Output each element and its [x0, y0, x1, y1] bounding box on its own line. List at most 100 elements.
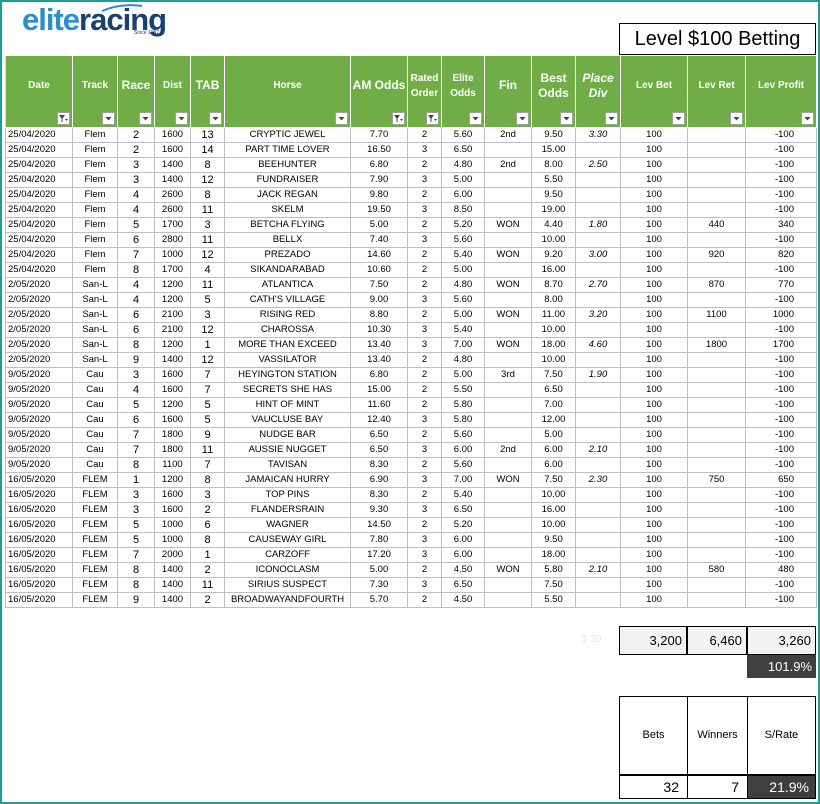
- cell-rated[interactable]: 2: [407, 127, 442, 143]
- cell-bet[interactable]: 100: [620, 562, 688, 578]
- cell-am[interactable]: 12.40: [350, 412, 408, 428]
- cell-best[interactable]: 10.00: [531, 352, 576, 368]
- cell-dist[interactable]: 1000: [154, 517, 191, 533]
- cell-profit[interactable]: -100: [745, 412, 817, 428]
- cell-best[interactable]: 16.00: [531, 502, 576, 518]
- cell-fin[interactable]: [484, 292, 532, 308]
- cell-best[interactable]: 7.50: [531, 367, 576, 383]
- cell-track[interactable]: Cau: [72, 367, 118, 383]
- cell-rated[interactable]: 3: [407, 292, 442, 308]
- cell-rated[interactable]: 3: [407, 442, 442, 458]
- cell-race[interactable]: 4: [117, 277, 155, 293]
- cell-elite[interactable]: 5.00: [441, 307, 485, 323]
- cell-horse[interactable]: SIKANDARABAD: [224, 262, 351, 278]
- cell-race[interactable]: 7: [117, 547, 155, 563]
- cell-rated[interactable]: 2: [407, 592, 442, 608]
- cell-elite[interactable]: 6.50: [441, 142, 485, 158]
- cell-tab[interactable]: 8: [190, 157, 225, 173]
- filter-dropdown-icon[interactable]: [175, 112, 188, 125]
- cell-bet[interactable]: 100: [620, 157, 688, 173]
- cell-date[interactable]: 16/05/2020: [5, 592, 73, 608]
- cell-profit[interactable]: 650: [745, 472, 817, 488]
- cell-ret[interactable]: [687, 517, 746, 533]
- cell-best[interactable]: 9.20: [531, 247, 576, 263]
- cell-date[interactable]: 25/04/2020: [5, 232, 73, 248]
- cell-elite[interactable]: 5.40: [441, 322, 485, 338]
- cell-horse[interactable]: PART TIME LOVER: [224, 142, 351, 158]
- cell-profit[interactable]: 480: [745, 562, 817, 578]
- cell-best[interactable]: 4.40: [531, 217, 576, 233]
- cell-fin[interactable]: WON: [484, 562, 532, 578]
- cell-ret[interactable]: 440: [687, 217, 746, 233]
- cell-rated[interactable]: 3: [407, 142, 442, 158]
- cell-ret[interactable]: 750: [687, 472, 746, 488]
- cell-horse[interactable]: CATH'S VILLAGE: [224, 292, 351, 308]
- cell-horse[interactable]: VAUCLUSE BAY: [224, 412, 351, 428]
- cell-dist[interactable]: 1600: [154, 142, 191, 158]
- cell-date[interactable]: 25/04/2020: [5, 262, 73, 278]
- cell-horse[interactable]: BELLX: [224, 232, 351, 248]
- cell-am[interactable]: 11.60: [350, 397, 408, 413]
- cell-pdiv[interactable]: [575, 382, 621, 398]
- cell-horse[interactable]: WAGNER: [224, 517, 351, 533]
- cell-pdiv[interactable]: [575, 457, 621, 473]
- cell-fin[interactable]: 2nd: [484, 442, 532, 458]
- cell-horse[interactable]: RISING RED: [224, 307, 351, 323]
- cell-ret[interactable]: [687, 142, 746, 158]
- cell-ret[interactable]: [687, 127, 746, 143]
- cell-elite[interactable]: 6.00: [441, 442, 485, 458]
- cell-bet[interactable]: 100: [620, 337, 688, 353]
- cell-profit[interactable]: 1700: [745, 337, 817, 353]
- cell-dist[interactable]: 1600: [154, 487, 191, 503]
- cell-track[interactable]: Cau: [72, 412, 118, 428]
- cell-best[interactable]: 5.50: [531, 592, 576, 608]
- cell-fin[interactable]: [484, 232, 532, 248]
- cell-fin[interactable]: [484, 142, 532, 158]
- cell-tab[interactable]: 7: [190, 457, 225, 473]
- cell-elite[interactable]: 5.00: [441, 367, 485, 383]
- cell-ret[interactable]: [687, 577, 746, 593]
- cell-pdiv[interactable]: [575, 517, 621, 533]
- cell-horse[interactable]: FUNDRAISER: [224, 172, 351, 188]
- cell-pdiv[interactable]: [575, 232, 621, 248]
- cell-ret[interactable]: [687, 547, 746, 563]
- cell-dist[interactable]: 1200: [154, 337, 191, 353]
- cell-fin[interactable]: [484, 577, 532, 593]
- cell-ret[interactable]: [687, 397, 746, 413]
- cell-date[interactable]: 16/05/2020: [5, 517, 73, 533]
- cell-dist[interactable]: 1400: [154, 562, 191, 578]
- cell-elite[interactable]: 5.60: [441, 127, 485, 143]
- cell-tab[interactable]: 8: [190, 187, 225, 203]
- cell-pdiv[interactable]: 1.90: [575, 367, 621, 383]
- cell-bet[interactable]: 100: [620, 172, 688, 188]
- cell-bet[interactable]: 100: [620, 547, 688, 563]
- cell-date[interactable]: 9/05/2020: [5, 427, 73, 443]
- cell-date[interactable]: 9/05/2020: [5, 367, 73, 383]
- cell-pdiv[interactable]: [575, 502, 621, 518]
- cell-bet[interactable]: 100: [620, 292, 688, 308]
- cell-race[interactable]: 8: [117, 262, 155, 278]
- cell-date[interactable]: 2/05/2020: [5, 307, 73, 323]
- cell-race[interactable]: 4: [117, 292, 155, 308]
- cell-date[interactable]: 16/05/2020: [5, 472, 73, 488]
- cell-track[interactable]: Flem: [72, 202, 118, 218]
- cell-tab[interactable]: 8: [190, 472, 225, 488]
- cell-bet[interactable]: 100: [620, 532, 688, 548]
- cell-date[interactable]: 2/05/2020: [5, 337, 73, 353]
- cell-dist[interactable]: 1400: [154, 172, 191, 188]
- cell-race[interactable]: 1: [117, 472, 155, 488]
- cell-pdiv[interactable]: 2.50: [575, 157, 621, 173]
- cell-tab[interactable]: 4: [190, 262, 225, 278]
- cell-track[interactable]: FLEM: [72, 487, 118, 503]
- cell-rated[interactable]: 2: [407, 517, 442, 533]
- cell-race[interactable]: 4: [117, 202, 155, 218]
- cell-profit[interactable]: -100: [745, 457, 817, 473]
- cell-elite[interactable]: 5.50: [441, 382, 485, 398]
- cell-date[interactable]: 16/05/2020: [5, 502, 73, 518]
- cell-rated[interactable]: 2: [407, 562, 442, 578]
- cell-best[interactable]: 8.00: [531, 292, 576, 308]
- cell-rated[interactable]: 2: [407, 187, 442, 203]
- cell-elite[interactable]: 5.80: [441, 412, 485, 428]
- cell-date[interactable]: 25/04/2020: [5, 127, 73, 143]
- cell-horse[interactable]: SIRIUS SUSPECT: [224, 577, 351, 593]
